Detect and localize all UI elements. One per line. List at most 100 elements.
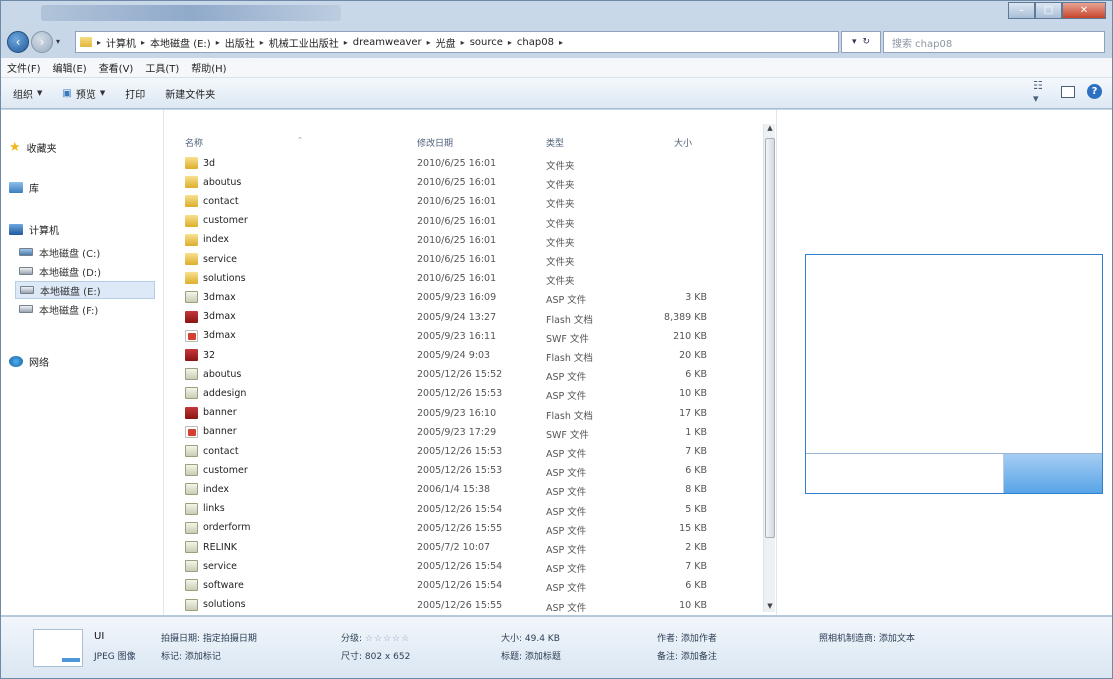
file-row[interactable]: 3d 2010/6/25 16:01 文件夹 [165, 154, 763, 173]
file-row[interactable]: orderform 2005/12/26 15:55 ASP 文件 15 KB [165, 519, 763, 538]
file-row[interactable]: banner 2005/9/23 17:29 SWF 文件 1 KB [165, 423, 763, 442]
breadcrumb-separator-icon[interactable]: ▸ [141, 38, 145, 47]
new-folder-button[interactable]: 新建文件夹 [165, 86, 215, 101]
preview-pane-icon[interactable] [1061, 85, 1075, 98]
help-icon[interactable]: ? [1087, 84, 1102, 99]
breadcrumb-item[interactable]: 光盘 [436, 35, 456, 50]
nav-drive-d[interactable]: 本地磁盘 (D:) [15, 262, 155, 280]
breadcrumb-separator-icon[interactable]: ▸ [427, 38, 431, 47]
close-button[interactable]: ✕ [1062, 2, 1106, 19]
column-header-type[interactable]: 类型 [546, 136, 564, 149]
file-row[interactable]: 3dmax 2005/9/23 16:11 SWF 文件 210 KB [165, 327, 763, 346]
details-camera-maker[interactable]: 照相机制造商: 添加文本 [819, 631, 915, 644]
file-name-cell: index [185, 233, 229, 246]
menu-item[interactable]: 工具(T) [143, 60, 181, 75]
nav-libraries[interactable]: 库 [9, 180, 39, 195]
nav-drive-e[interactable]: 本地磁盘 (E:) [15, 281, 155, 299]
maximize-button[interactable]: □ [1035, 2, 1062, 19]
file-date: 2005/12/26 15:53 [417, 388, 503, 400]
rating-stars-icon[interactable]: ☆☆☆☆☆ [365, 634, 410, 644]
breadcrumb-separator-icon[interactable]: ▸ [216, 38, 220, 47]
details-rating[interactable]: 分级: ☆☆☆☆☆ [341, 631, 410, 644]
forward-button[interactable]: › [31, 31, 53, 53]
breadcrumb-item[interactable]: 计算机 [106, 35, 136, 50]
breadcrumb-item[interactable]: chap08 [517, 37, 554, 48]
menu-item[interactable]: 帮助(H) [189, 60, 228, 75]
file-name-cell: 3d [185, 157, 215, 169]
vertical-scrollbar[interactable]: ▲ ▼ [763, 124, 775, 612]
scroll-down-icon[interactable]: ▼ [765, 602, 775, 612]
details-date-taken[interactable]: 拍摄日期: 指定拍摄日期 [161, 631, 257, 644]
file-row[interactable]: service 2010/6/25 16:01 文件夹 [165, 250, 763, 269]
file-row[interactable]: index 2006/1/4 15:38 ASP 文件 8 KB [165, 480, 763, 499]
file-row[interactable]: aboutus 2005/12/26 15:52 ASP 文件 6 KB [165, 365, 763, 384]
nav-computer[interactable]: 计算机 [9, 222, 59, 237]
file-row[interactable]: contact 2005/12/26 15:53 ASP 文件 7 KB [165, 442, 763, 461]
breadcrumb-separator-icon[interactable]: ▸ [344, 38, 348, 47]
minimize-button[interactable]: – [1008, 2, 1035, 19]
file-row[interactable]: addesign 2005/12/26 15:53 ASP 文件 10 KB [165, 384, 763, 403]
nav-drive-f[interactable]: 本地磁盘 (F:) [15, 300, 155, 318]
address-dropdown-icon[interactable]: ▾ [852, 37, 857, 47]
menu-item[interactable]: 编辑(E) [51, 60, 89, 75]
file-row[interactable]: links 2005/12/26 15:54 ASP 文件 5 KB [165, 500, 763, 519]
preview-button[interactable]: ▣ 预览 ▼ [62, 86, 105, 101]
column-header-name[interactable]: 名称 [185, 136, 203, 149]
file-row[interactable]: 3dmax 2005/9/23 16:09 ASP 文件 3 KB [165, 288, 763, 307]
breadcrumb-item[interactable]: 本地磁盘 (E:) [150, 35, 211, 50]
column-header-date[interactable]: 修改日期 [417, 136, 453, 149]
print-button[interactable]: 打印 [125, 86, 145, 101]
file-row[interactable]: service 2005/12/26 15:54 ASP 文件 7 KB [165, 557, 763, 576]
breadcrumb-item[interactable]: 出版社 [225, 35, 255, 50]
file-size: 2 KB [685, 542, 707, 553]
menu-item[interactable]: 文件(F) [5, 60, 43, 75]
nav-drive-c[interactable]: 本地磁盘 (C:) [15, 243, 155, 261]
back-button[interactable]: ‹ [7, 31, 29, 53]
folder-icon [185, 176, 198, 189]
file-thumbnail [33, 629, 83, 667]
scroll-thumb[interactable] [765, 138, 775, 538]
file-row[interactable]: software 2005/12/26 15:54 ASP 文件 6 KB [165, 576, 763, 595]
title-bar[interactable]: – □ ✕ [1, 1, 1112, 27]
menu-item[interactable]: 查看(V) [97, 60, 136, 75]
details-author[interactable]: 作者: 添加作者 [657, 631, 717, 644]
file-row[interactable]: 32 2005/9/24 9:03 Flash 文档 20 KB [165, 346, 763, 365]
recent-pages-dropdown[interactable]: ▾ [56, 37, 60, 46]
details-comments[interactable]: 备注: 添加备注 [657, 649, 717, 662]
breadcrumb-separator-icon[interactable]: ▸ [559, 38, 563, 47]
file-row[interactable]: RELINK 2005/7/2 10:07 ASP 文件 2 KB [165, 538, 763, 557]
file-row[interactable]: solutions 2005/12/26 15:55 ASP 文件 10 KB [165, 596, 763, 615]
breadcrumb-item[interactable]: 机械工业出版社 [269, 35, 339, 50]
file-row[interactable]: 3dmax 2005/9/24 13:27 Flash 文档 8,389 KB [165, 308, 763, 327]
file-row[interactable]: customer 2005/12/26 15:53 ASP 文件 6 KB [165, 461, 763, 480]
file-row[interactable]: index 2010/6/25 16:01 文件夹 [165, 231, 763, 250]
address-bar[interactable]: ▸ 计算机 ▸ 本地磁盘 (E:) ▸ 出版社 ▸ 机械工业出版社 ▸ dreamweaver ▸ 光… [75, 31, 839, 53]
file-name-cell: banner [185, 406, 237, 419]
file-row[interactable]: banner 2005/9/23 16:10 Flash 文档 17 KB [165, 404, 763, 423]
nav-network[interactable]: 网络 [9, 354, 49, 369]
search-input[interactable]: 搜索 chap08 [883, 31, 1105, 53]
breadcrumb-item[interactable]: dreamweaver [353, 37, 422, 48]
nav-favorites[interactable]: ★ 收藏夹 [9, 140, 57, 155]
breadcrumb-separator-icon[interactable]: ▸ [508, 38, 512, 47]
file-row[interactable]: customer 2010/6/25 16:01 文件夹 [165, 212, 763, 231]
refresh-icon[interactable]: ↻ [862, 37, 870, 47]
file-row[interactable]: aboutus 2010/6/25 16:01 文件夹 [165, 173, 763, 192]
breadcrumb-separator-icon[interactable]: ▸ [260, 38, 264, 47]
details-tags[interactable]: 标记: 添加标记 [161, 649, 221, 662]
file-row[interactable]: solutions 2010/6/25 16:01 文件夹 [165, 269, 763, 288]
change-view-icon[interactable]: ☷ ▾ [1033, 79, 1049, 105]
breadcrumb-separator-icon[interactable]: ▸ [461, 38, 465, 47]
flash-document-icon [185, 349, 198, 361]
file-name-cell: service [185, 253, 237, 265]
file-row[interactable]: contact 2010/6/25 16:01 文件夹 [165, 192, 763, 211]
asp-file-icon [185, 598, 198, 611]
details-title[interactable]: 标题: 添加标题 [501, 649, 561, 662]
file-type: 文件夹 [546, 199, 575, 211]
column-header-size[interactable]: 大小 [674, 136, 692, 149]
organize-button[interactable]: 组织 ▼ [13, 86, 42, 101]
breadcrumb-separator-icon[interactable]: ▸ [97, 38, 101, 47]
breadcrumb-item[interactable]: source [470, 37, 503, 48]
column-headers: ⌃ 名称 修改日期 类型 大小 [165, 132, 763, 152]
scroll-up-icon[interactable]: ▲ [765, 124, 775, 134]
